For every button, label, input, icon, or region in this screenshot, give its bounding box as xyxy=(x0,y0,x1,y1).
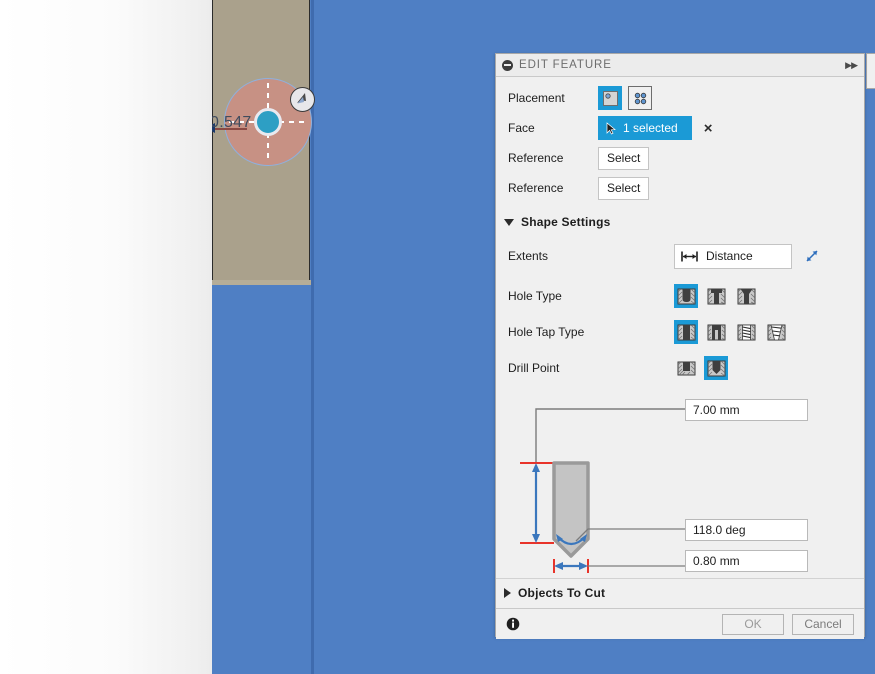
distance-measure-icon xyxy=(680,250,700,263)
countersink-hole-icon[interactable] xyxy=(734,284,758,308)
shape-settings-title: Shape Settings xyxy=(521,215,611,229)
face-row: Face 1 selected × xyxy=(496,113,864,143)
single-hole-on-face-icon[interactable] xyxy=(598,86,622,110)
hole-placement-preview[interactable]: 0.547 xyxy=(212,78,315,168)
extents-value: Distance xyxy=(706,249,753,263)
dialog-footer: OK Cancel xyxy=(496,608,864,639)
placement-row: Placement xyxy=(496,83,864,113)
chevron-down-icon xyxy=(504,218,514,226)
reference-2-select-button[interactable]: Select xyxy=(598,176,650,200)
angle-drill-point-icon[interactable] xyxy=(704,356,728,380)
objects-to-cut-header[interactable]: Objects To Cut xyxy=(496,579,864,608)
cursor-arrow-icon xyxy=(606,121,617,135)
reference-1-select-button[interactable]: Select xyxy=(598,146,650,170)
tapped-thread-icon[interactable] xyxy=(734,320,758,344)
hole-parameter-preview-diagram: 7.00 mm 118.0 deg 0.80 mm xyxy=(496,391,864,586)
drill-point-row: Drill Point xyxy=(496,353,864,383)
simple-hole-icon[interactable] xyxy=(674,284,698,308)
ok-button[interactable]: OK xyxy=(722,613,784,635)
dialog-titlebar[interactable]: EDIT FEATURE ▶▶ xyxy=(496,54,864,77)
hole-type-options xyxy=(674,284,764,308)
hole-tap-type-row: Hole Tap Type xyxy=(496,317,864,347)
placement-options xyxy=(598,86,658,110)
hole-dimension-label[interactable]: 0.547 xyxy=(212,114,252,132)
cancel-button[interactable]: Cancel xyxy=(792,613,854,635)
flat-drill-point-icon[interactable] xyxy=(674,356,698,380)
counterbore-hole-icon[interactable] xyxy=(704,284,728,308)
simple-tap-icon[interactable] xyxy=(674,320,698,344)
hole-depth-value-input[interactable]: 7.00 mm xyxy=(685,399,808,421)
dialog-body: Placement Face 1 selected × Reference Se… xyxy=(496,77,864,608)
clear-selection-icon[interactable]: × xyxy=(704,121,713,136)
objects-to-cut-section: Objects To Cut xyxy=(496,578,864,608)
shape-settings-section-header[interactable]: Shape Settings xyxy=(496,209,864,233)
face-selected-button[interactable]: 1 selected xyxy=(598,116,692,140)
extents-controls: Distance xyxy=(674,243,820,269)
reference-1-row: Reference Select xyxy=(496,143,864,173)
hole-center-handle[interactable] xyxy=(254,108,282,136)
chevron-right-icon xyxy=(504,588,511,598)
drill-point-label: Drill Point xyxy=(508,361,560,375)
edit-feature-dialog: EDIT FEATURE ▶▶ Placement Face 1 selecte… xyxy=(495,53,865,639)
hole-tap-type-label: Hole Tap Type xyxy=(508,325,585,339)
collapse-circle-icon[interactable] xyxy=(502,59,513,71)
face-selection-controls: 1 selected × xyxy=(598,116,712,140)
app-root: 0.547 EDIT FEATURE ▶▶ Placement Face 1 s… xyxy=(0,0,875,674)
hole-tap-type-options xyxy=(674,320,794,344)
drill-point-options xyxy=(674,356,734,380)
face-selected-count: 1 selected xyxy=(623,121,678,135)
hole-type-row: Hole Type xyxy=(496,281,864,311)
cursor-badge-icon[interactable] xyxy=(290,87,315,112)
double-chevron-right-icon[interactable]: ▶▶ xyxy=(845,60,858,71)
flip-direction-icon[interactable] xyxy=(804,248,820,264)
drill-point-angle-value-input[interactable]: 118.0 deg xyxy=(685,519,808,541)
extents-row: Extents Distance xyxy=(496,241,864,271)
part-face-edge-shadow xyxy=(212,280,312,285)
reference-2-label: Reference xyxy=(508,181,564,195)
left-blank-pane xyxy=(0,0,212,674)
adjacent-panel-sliver[interactable] xyxy=(866,53,875,89)
clearance-tap-icon[interactable] xyxy=(704,320,728,344)
extents-label: Extents xyxy=(508,249,549,263)
hole-diameter-value-input[interactable]: 0.80 mm xyxy=(685,550,808,572)
drill-geometry-svg xyxy=(520,408,686,573)
placement-label: Placement xyxy=(508,91,565,105)
extents-dropdown[interactable]: Distance xyxy=(674,243,792,269)
dialog-title: EDIT FEATURE xyxy=(519,59,612,71)
reference-2-row: Reference Select xyxy=(496,173,864,203)
reference-1-label: Reference xyxy=(508,151,564,165)
face-label: Face xyxy=(508,121,535,135)
info-icon[interactable] xyxy=(506,617,520,631)
multiple-holes-pattern-icon[interactable] xyxy=(628,86,652,110)
hole-type-label: Hole Type xyxy=(508,289,562,303)
taper-tapped-thread-icon[interactable] xyxy=(764,320,788,344)
objects-to-cut-title: Objects To Cut xyxy=(518,586,606,600)
